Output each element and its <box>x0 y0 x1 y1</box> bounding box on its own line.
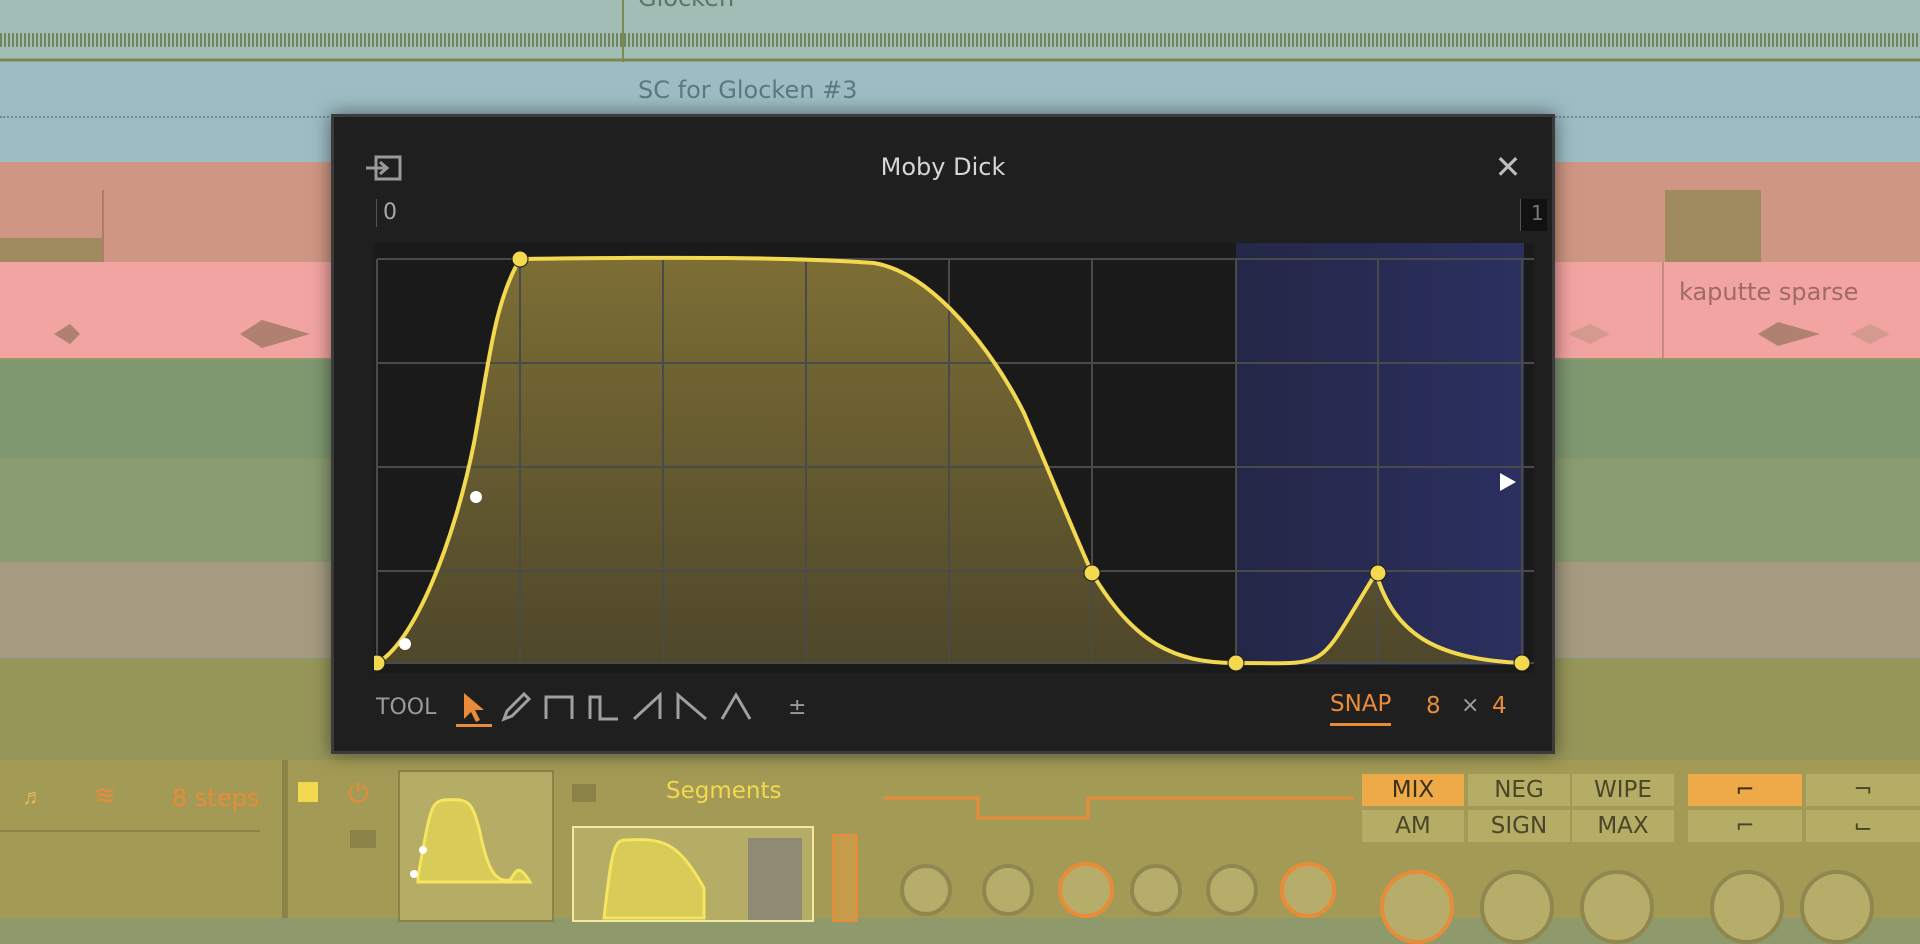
segments-preview[interactable] <box>572 826 814 922</box>
ruler-end-label: 1 <box>1531 201 1544 225</box>
knob[interactable] <box>982 864 1034 916</box>
level-meter <box>832 834 858 922</box>
knob[interactable] <box>1380 870 1454 944</box>
knob[interactable] <box>1800 870 1874 944</box>
ruler-start-label: 0 <box>376 199 397 227</box>
arrow-tool-icon[interactable] <box>456 689 492 727</box>
knob[interactable] <box>900 864 952 916</box>
plus-minus-toggle[interactable]: ± <box>788 695 806 720</box>
segments-label[interactable]: Segments <box>666 778 781 804</box>
envelope-node[interactable] <box>1369 564 1387 582</box>
triangle-tool-icon[interactable] <box>718 689 754 727</box>
snap-grid-y[interactable]: 4 <box>1492 693 1507 719</box>
curve-handle[interactable] <box>399 638 411 650</box>
knob[interactable] <box>1280 862 1336 918</box>
folder-icon[interactable] <box>350 830 376 848</box>
curve-shape-button-2[interactable]: ¬ <box>1806 774 1920 806</box>
am-button[interactable]: AM <box>1362 810 1464 842</box>
snap-times-sign: × <box>1461 693 1480 718</box>
curve-shape-button-4[interactable]: ⌙ <box>1806 810 1920 842</box>
envelope-node[interactable] <box>511 250 529 268</box>
sign-button[interactable]: SIGN <box>1468 810 1570 842</box>
ruler-end-handle[interactable]: 1 <box>1520 199 1547 231</box>
close-icon[interactable]: ✕ <box>1492 151 1524 183</box>
track-label: SC for Glocken #3 <box>638 76 858 104</box>
tool-bar: TOOL ± SNAP 8 × 4 <box>374 687 1524 731</box>
stop-square-icon[interactable] <box>298 782 318 802</box>
gate-waveform <box>884 796 1354 820</box>
pencil-tool-icon[interactable] <box>498 689 534 727</box>
knob[interactable] <box>1206 864 1258 916</box>
ramp-down-tool-icon[interactable] <box>674 689 710 727</box>
clip-divider <box>1662 262 1664 358</box>
ramp-up-tool-icon[interactable] <box>630 689 666 727</box>
wipe-button[interactable]: WIPE <box>1572 774 1674 806</box>
envelope-node[interactable] <box>1083 564 1101 582</box>
envelope-node[interactable] <box>374 654 386 672</box>
clip-block <box>0 238 104 262</box>
envelope-editor-dialog: Moby Dick ✕ 0 1 TOOL ± SNAP 8 × 4 <box>331 114 1555 754</box>
stack-icon[interactable]: ≋ <box>94 780 116 811</box>
clip-divider <box>102 190 104 262</box>
preview-thumbnail[interactable] <box>398 770 554 922</box>
track-label: Glocken <box>638 0 734 12</box>
envelope-node[interactable] <box>1513 654 1531 672</box>
neg-button[interactable]: NEG <box>1468 774 1570 806</box>
envelope-graph[interactable] <box>374 243 1534 673</box>
power-icon[interactable]: ⏻ <box>348 778 369 810</box>
curve-shape-button-3[interactable]: ⌐ <box>1688 810 1802 842</box>
tool-label: TOOL <box>376 695 437 720</box>
steps-label[interactable]: 8 steps <box>172 784 259 812</box>
max-button[interactable]: MAX <box>1572 810 1674 842</box>
square-wave-tool-icon[interactable] <box>542 689 578 727</box>
knob[interactable] <box>1580 870 1654 944</box>
clip-block <box>1665 190 1761 262</box>
pulse-wave-tool-icon[interactable] <box>586 689 622 727</box>
knob[interactable] <box>1130 864 1182 916</box>
knob[interactable] <box>1480 870 1554 944</box>
curve-handle[interactable] <box>470 491 482 503</box>
knob[interactable] <box>1058 862 1114 918</box>
track-glocken[interactable]: Glocken <box>0 0 1920 62</box>
waveform-glocken <box>0 33 1920 62</box>
envelope-node[interactable] <box>1227 654 1245 672</box>
steps-divider <box>0 830 260 832</box>
segments-folder-icon[interactable] <box>572 784 596 802</box>
triplet-icon[interactable]: ♬ <box>22 784 44 810</box>
dialog-title: Moby Dick <box>880 153 1006 181</box>
snap-grid-x[interactable]: 8 <box>1426 693 1441 719</box>
curve-shape-button-1[interactable]: ⌐ <box>1688 774 1802 806</box>
snap-toggle[interactable]: SNAP <box>1330 691 1392 726</box>
panel-separator <box>282 760 288 918</box>
knob[interactable] <box>1710 870 1784 944</box>
mix-button[interactable]: MIX <box>1362 774 1464 806</box>
